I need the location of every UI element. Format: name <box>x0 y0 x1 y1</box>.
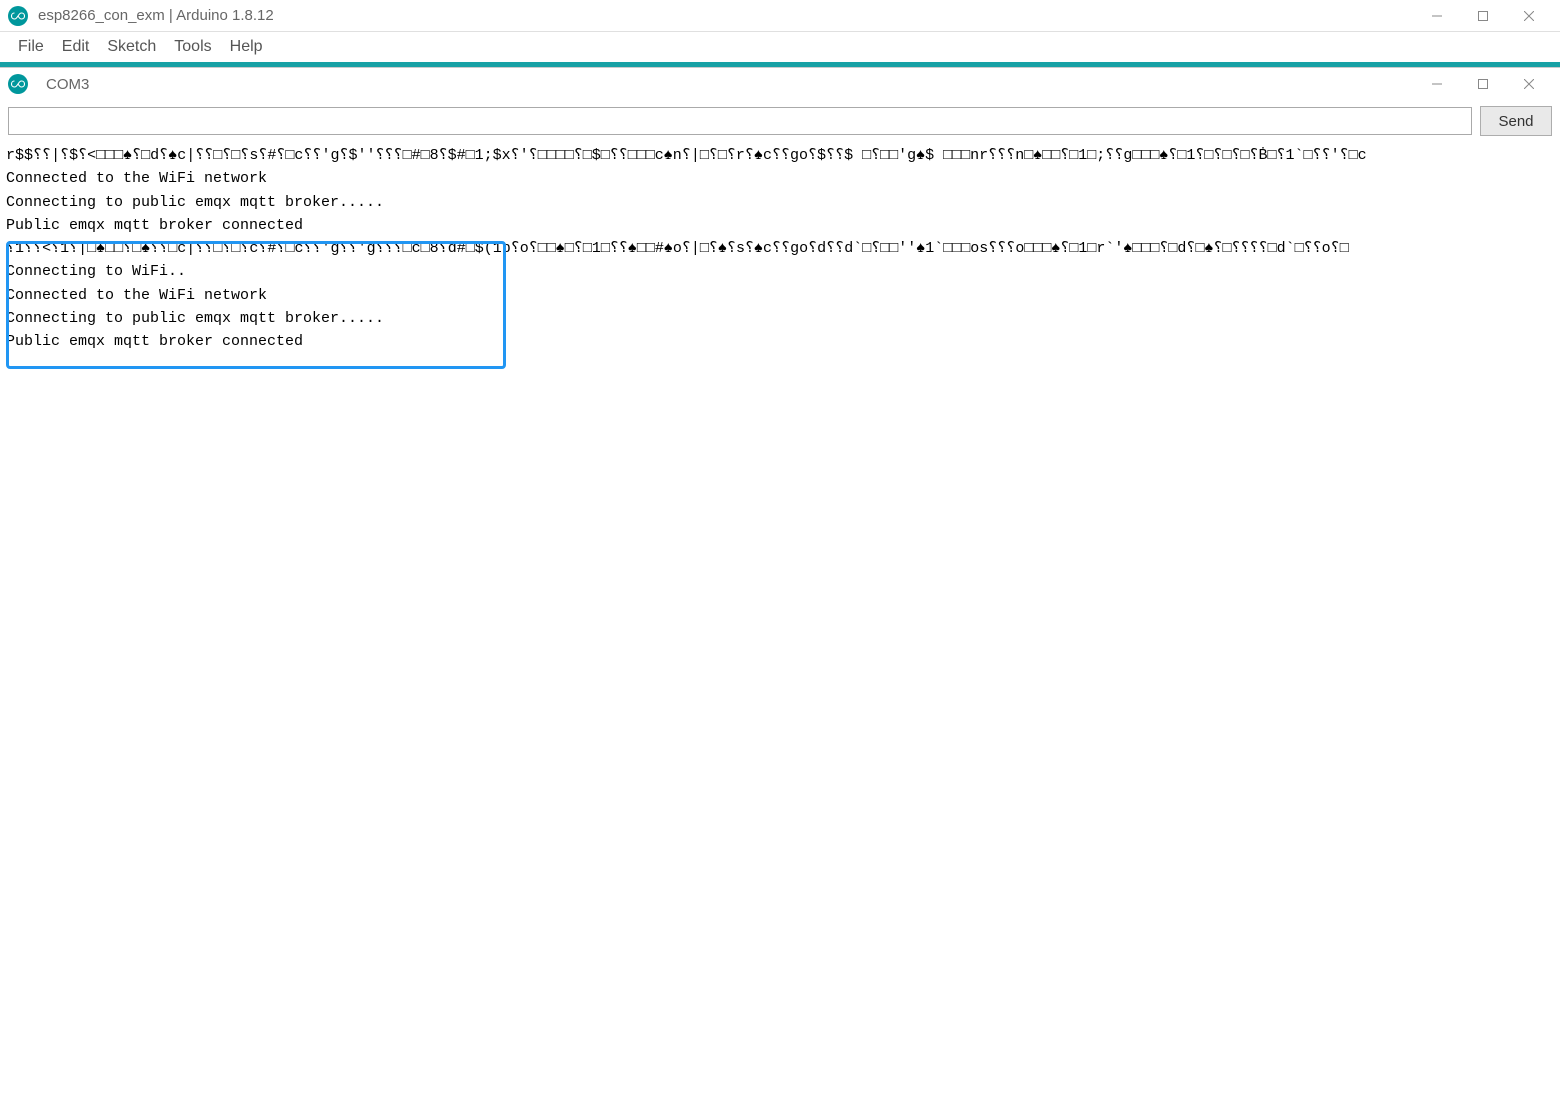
serial-line: Public emqx mqtt broker connected <box>6 330 1554 353</box>
serial-monitor-window: COM3 Send r$$⸮⸮|⸮$⸮<□□□♠⸮□d⸮♠c|⸮⸮□⸮□⸮s⸮#… <box>0 67 1560 1098</box>
minimize-icon <box>1432 11 1442 21</box>
menu-edit[interactable]: Edit <box>54 34 98 60</box>
serial-line: Connecting to public emqx mqtt broker...… <box>6 307 1554 330</box>
maximize-icon <box>1478 11 1488 21</box>
serial-input-row: Send <box>0 100 1560 142</box>
minimize-icon <box>1432 79 1442 89</box>
serial-line: Connected to the WiFi network <box>6 167 1554 190</box>
send-button[interactable]: Send <box>1480 106 1552 136</box>
serial-line: Connecting to WiFi.. <box>6 260 1554 283</box>
menu-sketch[interactable]: Sketch <box>99 34 164 60</box>
minimize-button[interactable] <box>1414 0 1460 32</box>
serial-line: Public emqx mqtt broker connected <box>6 214 1554 237</box>
arduino-logo-icon <box>8 74 28 94</box>
serial-window-title: COM3 <box>46 76 1414 93</box>
arduino-logo-icon <box>8 6 28 26</box>
maximize-button[interactable] <box>1460 0 1506 32</box>
serial-window-controls <box>1414 68 1552 100</box>
close-icon <box>1524 79 1534 89</box>
serial-output[interactable]: r$$⸮⸮|⸮$⸮<□□□♠⸮□d⸮♠c|⸮⸮□⸮□⸮s⸮#⸮□c⸮⸮'g⸮$'… <box>0 142 1560 1098</box>
serial-line: r$$⸮⸮|⸮$⸮<□□□♠⸮□d⸮♠c|⸮⸮□⸮□⸮s⸮#⸮□c⸮⸮'g⸮$'… <box>6 144 1554 167</box>
serial-line: ⸮1⸮⸮<⸮1⸮|□♠□□⸮□♠⸮⸮□c|⸮⸮□⸮□⸮c⸮#⸮□c⸮⸮'g⸮⸮'… <box>6 237 1554 260</box>
serial-close-button[interactable] <box>1506 68 1552 100</box>
menu-help[interactable]: Help <box>222 34 271 60</box>
menu-tools[interactable]: Tools <box>166 34 219 60</box>
serial-minimize-button[interactable] <box>1414 68 1460 100</box>
maximize-icon <box>1478 79 1488 89</box>
main-window-title: esp8266_con_exm | Arduino 1.8.12 <box>38 7 1414 24</box>
main-window: esp8266_con_exm | Arduino 1.8.12 File Ed… <box>0 0 1560 1098</box>
close-button[interactable] <box>1506 0 1552 32</box>
menu-file[interactable]: File <box>10 34 52 60</box>
main-title-bar: esp8266_con_exm | Arduino 1.8.12 <box>0 0 1560 32</box>
main-window-controls <box>1414 0 1552 32</box>
serial-line: Connected to the WiFi network <box>6 284 1554 307</box>
menu-bar: File Edit Sketch Tools Help <box>0 32 1560 62</box>
close-icon <box>1524 11 1534 21</box>
serial-input[interactable] <box>8 107 1472 135</box>
serial-title-bar: COM3 <box>0 68 1560 100</box>
serial-maximize-button[interactable] <box>1460 68 1506 100</box>
serial-line: Connecting to public emqx mqtt broker...… <box>6 191 1554 214</box>
